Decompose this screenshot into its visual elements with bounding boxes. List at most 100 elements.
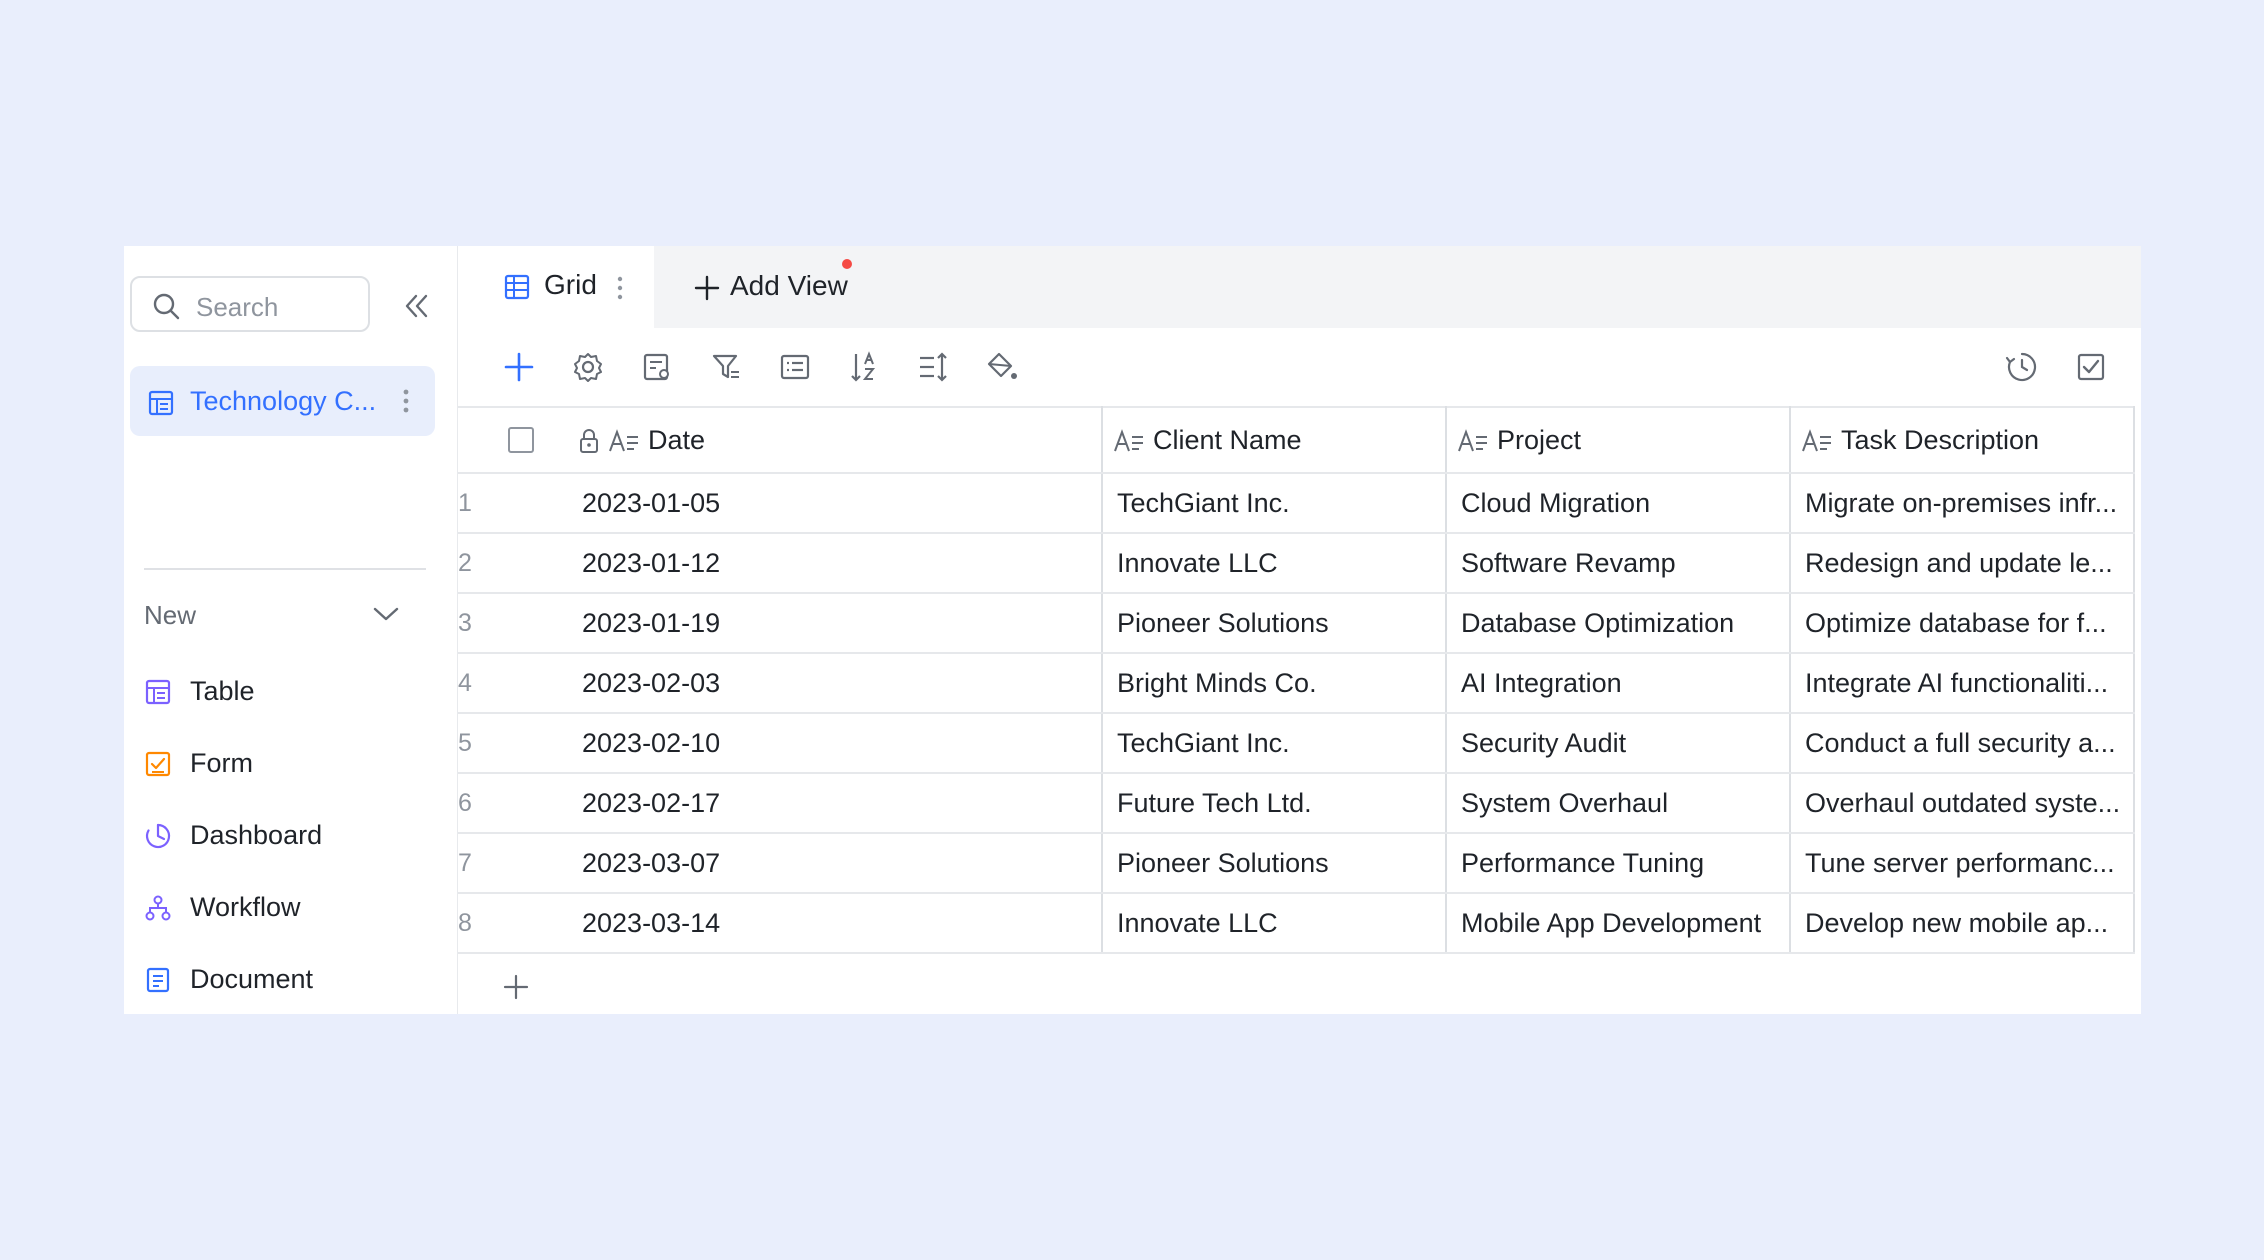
more-icon[interactable] — [402, 388, 410, 414]
cell-text: Software Revamp — [1461, 547, 1676, 578]
row-number: 4 — [458, 653, 568, 714]
client-name-cell[interactable]: Future Tech Ltd. — [1102, 773, 1447, 834]
date-cell[interactable]: 2023-01-05 — [568, 473, 1103, 534]
column-header-client-name[interactable]: Client Name — [1102, 406, 1447, 474]
more-icon[interactable] — [616, 276, 624, 300]
lock-icon — [580, 429, 598, 453]
text-field-icon — [1802, 429, 1831, 452]
project-cell[interactable]: Performance Tuning — [1446, 833, 1791, 894]
task-description-cell[interactable]: Migrate on-premises infr... — [1790, 473, 2135, 534]
cell-text: Redesign and update le... — [1805, 547, 2113, 578]
cell-text: Pioneer Solutions — [1117, 847, 1329, 878]
date-cell[interactable]: 2023-02-17 — [568, 773, 1103, 834]
task-description-cell[interactable]: Redesign and update le... — [1790, 533, 2135, 594]
row-number: 8 — [458, 893, 568, 954]
row-number: 3 — [458, 593, 568, 654]
date-cell[interactable]: 2023-03-07 — [568, 833, 1103, 894]
create-item-label: Form — [190, 748, 253, 778]
create-item-label: Dashboard — [190, 820, 323, 850]
select-all-checkbox[interactable] — [508, 427, 534, 453]
table-row[interactable]: 4 2023-02-03 Bright Minds Co. AI Integra… — [458, 653, 2135, 714]
sidebar-item-technology[interactable]: Technology C... — [130, 366, 435, 436]
collapse-sidebar-button[interactable] — [400, 290, 432, 322]
row-height-button[interactable] — [916, 350, 950, 384]
table-row[interactable]: 3 2023-01-19 Pioneer Solutions Database … — [458, 593, 2135, 654]
date-cell[interactable]: 2023-02-10 — [568, 713, 1103, 774]
settings-button[interactable] — [571, 350, 605, 384]
project-cell[interactable]: System Overhaul — [1446, 773, 1791, 834]
task-description-cell[interactable]: Overhaul outdated syste... — [1790, 773, 2135, 834]
column-header-project[interactable]: Project — [1446, 406, 1791, 474]
create-item-label: Table — [190, 676, 255, 706]
text-field-icon — [1114, 429, 1143, 452]
project-cell[interactable]: Database Optimization — [1446, 593, 1791, 654]
client-name-cell[interactable]: Innovate LLC — [1102, 893, 1447, 954]
document-icon — [146, 967, 170, 993]
date-cell[interactable]: 2023-01-19 — [568, 593, 1103, 654]
field-settings-button[interactable] — [640, 350, 674, 384]
column-header-label: Project — [1497, 425, 1582, 455]
create-table-item[interactable]: Table — [144, 670, 424, 716]
row-number: 5 — [458, 713, 568, 774]
group-button[interactable] — [778, 350, 812, 384]
create-workflow-item[interactable]: Workflow — [144, 886, 424, 932]
table-row[interactable]: 6 2023-02-17 Future Tech Ltd. System Ove… — [458, 773, 2135, 834]
column-header-date[interactable]: Date — [568, 406, 1103, 474]
tab-grid[interactable]: Grid — [458, 246, 654, 328]
project-cell[interactable]: Cloud Migration — [1446, 473, 1791, 534]
search-placeholder: Search — [196, 292, 279, 322]
task-description-cell[interactable]: Optimize database for f... — [1790, 593, 2135, 654]
cell-text: Develop new mobile ap... — [1805, 907, 2109, 938]
filter-button[interactable] — [709, 350, 743, 384]
cell-text: Future Tech Ltd. — [1117, 787, 1312, 818]
cell-text: TechGiant Inc. — [1117, 487, 1290, 518]
settings-icon — [574, 353, 602, 382]
project-cell[interactable]: Mobile App Development — [1446, 893, 1791, 954]
cell-text: Pioneer Solutions — [1117, 607, 1329, 638]
plus-icon — [694, 275, 720, 301]
task-description-cell[interactable]: Tune server performanc... — [1790, 833, 2135, 894]
sort-icon — [851, 351, 876, 382]
project-cell[interactable]: Software Revamp — [1446, 533, 1791, 594]
date-cell[interactable]: 2023-01-12 — [568, 533, 1103, 594]
add-icon — [504, 352, 534, 382]
sort-button[interactable] — [847, 350, 881, 384]
double-chevron-left-icon — [405, 294, 428, 318]
client-name-cell[interactable]: Bright Minds Co. — [1102, 653, 1447, 714]
table-row[interactable]: 1 2023-01-05 TechGiant Inc. Cloud Migrat… — [458, 473, 2135, 534]
table-row[interactable]: 2 2023-01-12 Innovate LLC Software Revam… — [458, 533, 2135, 594]
checklist-button[interactable] — [2074, 350, 2108, 384]
date-cell[interactable]: 2023-03-14 — [568, 893, 1103, 954]
task-description-cell[interactable]: Conduct a full security a... — [1790, 713, 2135, 774]
column-header-label: Task Description — [1841, 425, 2040, 455]
fill-color-button[interactable] — [985, 350, 1019, 384]
task-description-cell[interactable]: Integrate AI functionaliti... — [1790, 653, 2135, 714]
client-name-cell[interactable]: Pioneer Solutions — [1102, 833, 1447, 894]
date-cell[interactable]: 2023-02-03 — [568, 653, 1103, 714]
project-cell[interactable]: AI Integration — [1446, 653, 1791, 714]
select-all-cell[interactable] — [458, 406, 568, 474]
table-row[interactable]: 5 2023-02-10 TechGiant Inc. Security Aud… — [458, 713, 2135, 774]
history-button[interactable] — [2005, 350, 2039, 384]
add-view-button[interactable]: Add View — [694, 270, 854, 310]
client-name-cell[interactable]: Innovate LLC — [1102, 533, 1447, 594]
toolbar — [458, 328, 2141, 406]
table-row[interactable]: 8 2023-03-14 Innovate LLC Mobile App Dev… — [458, 893, 2135, 954]
chevron-down-icon[interactable] — [372, 604, 400, 624]
client-name-cell[interactable]: TechGiant Inc. — [1102, 473, 1447, 534]
checklist-icon — [2077, 353, 2105, 381]
create-form-item[interactable]: Form — [144, 742, 424, 788]
add-row-button[interactable] — [502, 973, 530, 1006]
project-cell[interactable]: Security Audit — [1446, 713, 1791, 774]
search-input[interactable]: Search — [130, 276, 370, 332]
column-header-task-description[interactable]: Task Description — [1790, 406, 2135, 474]
client-name-cell[interactable]: Pioneer Solutions — [1102, 593, 1447, 654]
client-name-cell[interactable]: TechGiant Inc. — [1102, 713, 1447, 774]
create-document-item[interactable]: Document — [144, 958, 424, 1004]
task-description-cell[interactable]: Develop new mobile ap... — [1790, 893, 2135, 954]
table-row[interactable]: 7 2023-03-07 Pioneer Solutions Performan… — [458, 833, 2135, 894]
create-item-label: Document — [190, 964, 314, 994]
create-dashboard-item[interactable]: Dashboard — [144, 814, 424, 860]
add-record-button[interactable] — [502, 350, 536, 384]
grid-icon — [504, 274, 530, 300]
